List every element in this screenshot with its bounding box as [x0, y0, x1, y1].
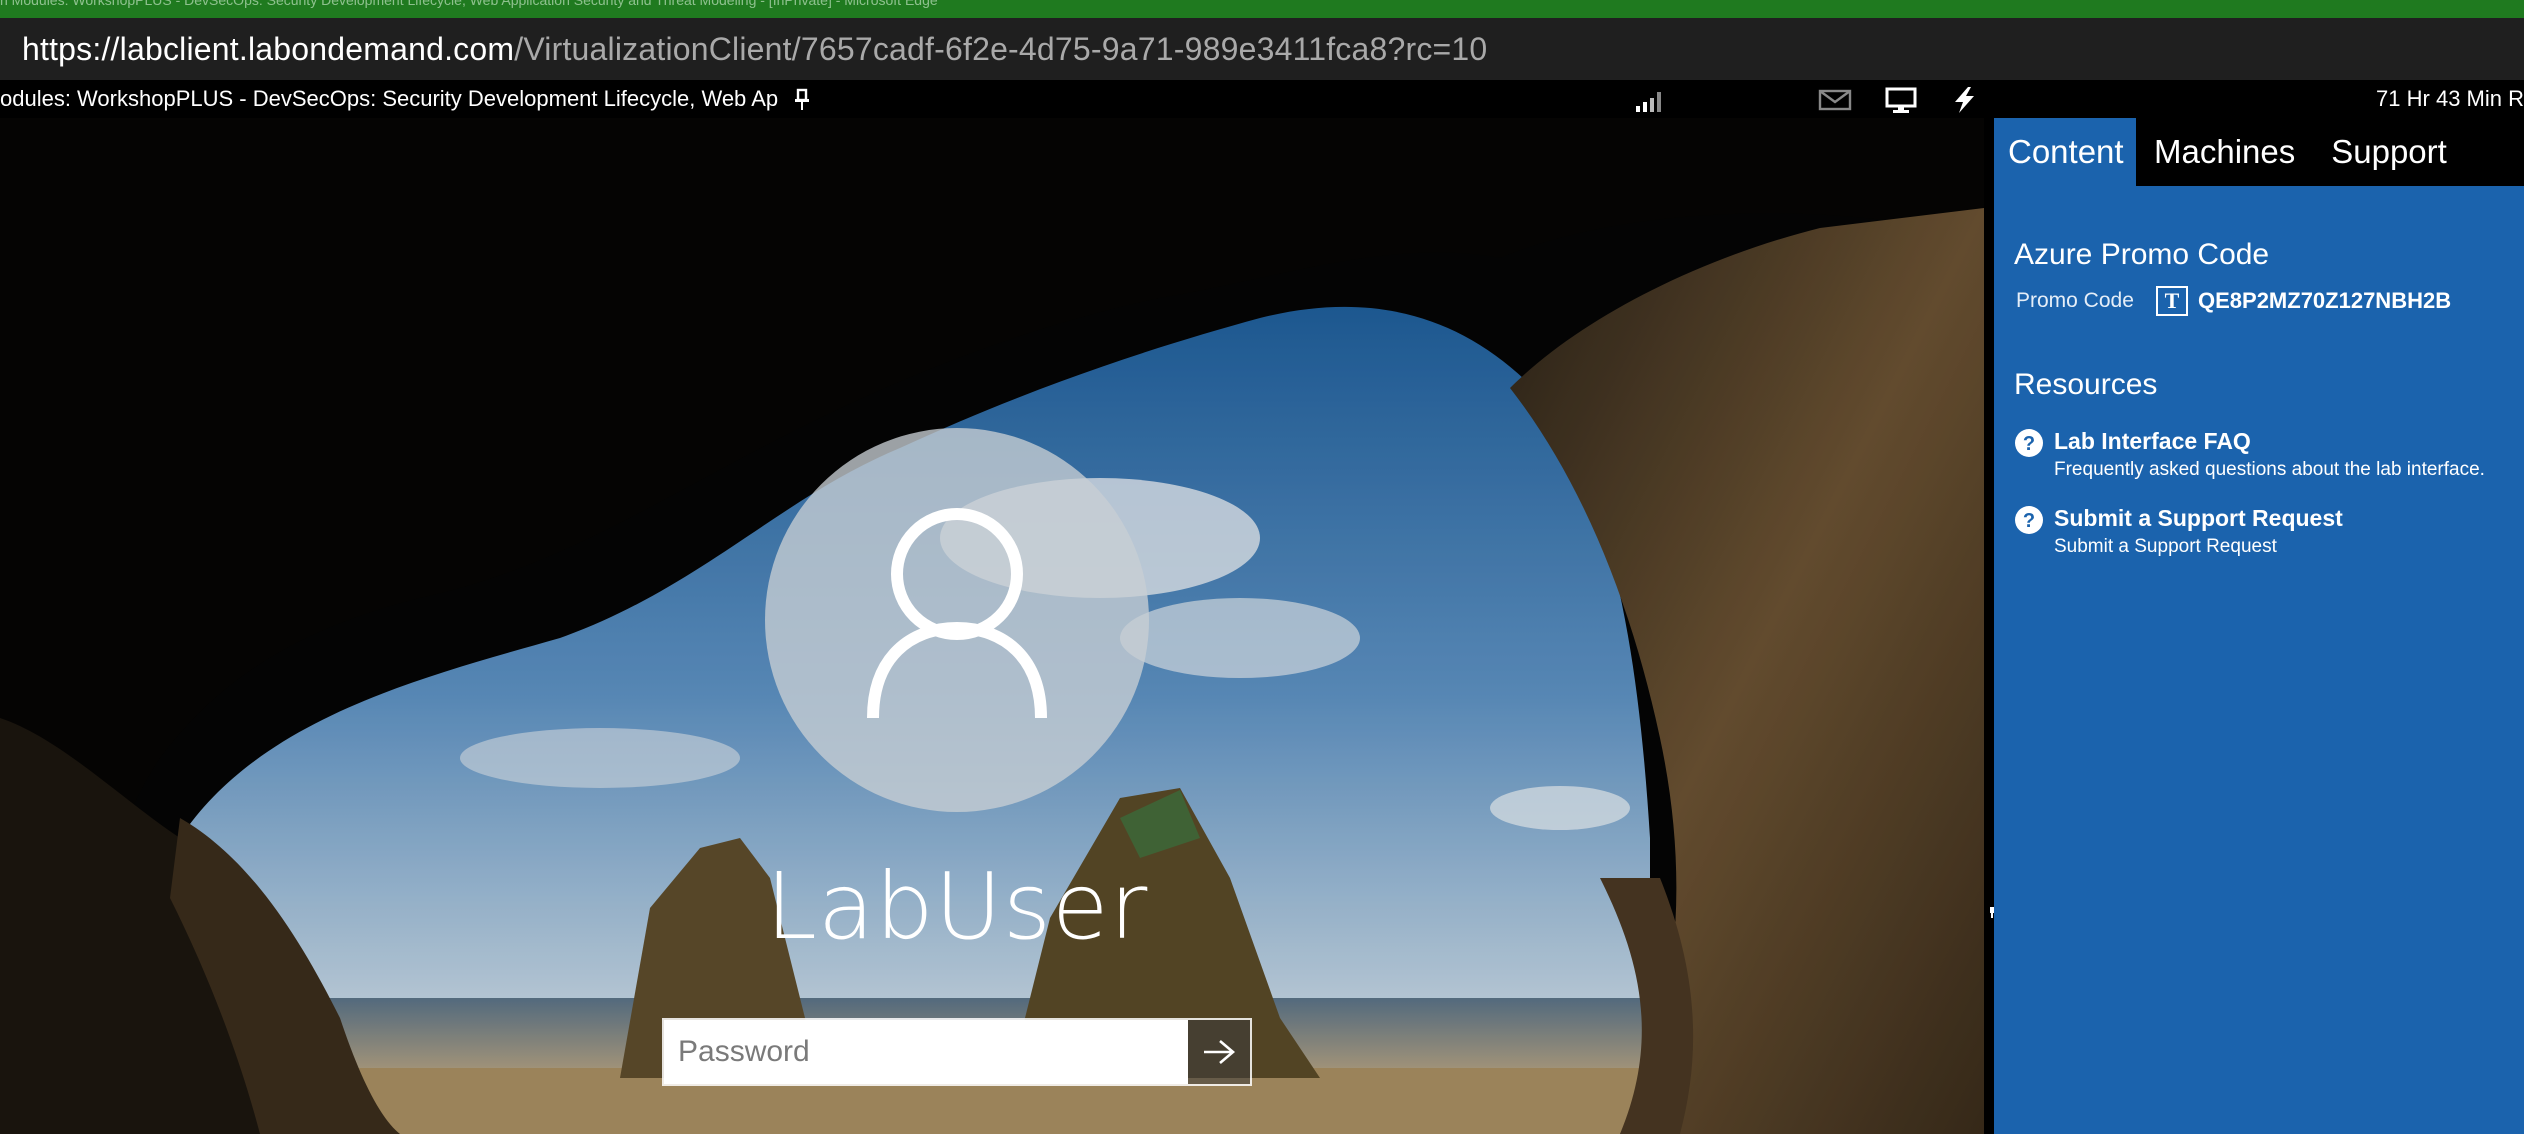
promo-heading: Azure Promo Code [2014, 238, 2270, 271]
lab-title: odules: WorkshopPLUS - DevSecOps: Securi… [0, 86, 779, 111]
session-timer: 71 Hr 43 Min R [2376, 86, 2524, 111]
resource-description: Frequently asked questions about the lab… [2054, 459, 2485, 480]
window-title: n Modules: WorkshopPLUS - DevSecOps: Sec… [0, 0, 938, 8]
user-avatar[interactable] [765, 428, 1149, 812]
panel-body: Azure Promo Code Promo Code T QE8P2MZ70Z… [2014, 238, 2514, 558]
signal-strength-icon [1634, 86, 1668, 114]
power-icon[interactable] [1948, 86, 1982, 114]
resource-title[interactable]: Lab Interface FAQ [2054, 428, 2485, 455]
monitor-icon[interactable] [1884, 86, 1918, 114]
type-text-icon[interactable]: T [2156, 286, 2188, 316]
help-icon: ? [2014, 428, 2044, 458]
resource-title[interactable]: Submit a Support Request [2054, 505, 2343, 532]
user-silhouette-icon [867, 508, 1047, 719]
address-bar[interactable]: https://labclient.labondemand.com/Virtua… [0, 18, 2524, 81]
help-icon: ? [2014, 505, 2044, 535]
tab-machines[interactable]: Machines [2136, 118, 2313, 186]
submit-button[interactable] [1188, 1020, 1250, 1084]
remote-desktop[interactable]: LabUser [0, 118, 1984, 1134]
resources-heading: Resources [2014, 368, 2158, 401]
promo-code-value[interactable]: QE8P2MZ70Z127NBH2B [2198, 288, 2451, 314]
url-display[interactable]: https://labclient.labondemand.com/Virtua… [22, 31, 1487, 68]
window-title-bar: n Modules: WorkshopPLUS - DevSecOps: Sec… [0, 0, 2524, 18]
tab-support[interactable]: Support [2313, 118, 2465, 186]
password-form [662, 1018, 1252, 1086]
svg-text:?: ? [2023, 510, 2035, 532]
password-input[interactable] [664, 1020, 1188, 1084]
promo-row: Promo Code T QE8P2MZ70Z127NBH2B [2016, 286, 2514, 316]
panel-tabs: Content Machines Support [1994, 118, 2524, 186]
promo-label: Promo Code [2016, 289, 2134, 312]
arrow-right-icon [1204, 1040, 1236, 1064]
lab-toolbar: odules: WorkshopPLUS - DevSecOps: Securi… [0, 80, 2524, 118]
username-label: LabUser [765, 853, 1149, 960]
resource-item[interactable]: ? Submit a Support Request Submit a Supp… [2014, 505, 2514, 558]
content-panel: Content Machines Support Azure Promo Cod… [1994, 118, 2524, 1134]
svg-text:?: ? [2023, 433, 2035, 455]
mail-icon[interactable] [1818, 86, 1852, 114]
url-host: https://labclient.labondemand.com [22, 30, 515, 67]
pin-icon[interactable] [792, 88, 812, 112]
resource-item[interactable]: ? Lab Interface FAQ Frequently asked que… [2014, 428, 2514, 481]
resource-description: Submit a Support Request [2054, 536, 2277, 557]
url-path: /VirtualizationClient/7657cadf-6f2e-4d75… [514, 30, 1488, 67]
tab-content[interactable]: Content [1994, 118, 2136, 186]
